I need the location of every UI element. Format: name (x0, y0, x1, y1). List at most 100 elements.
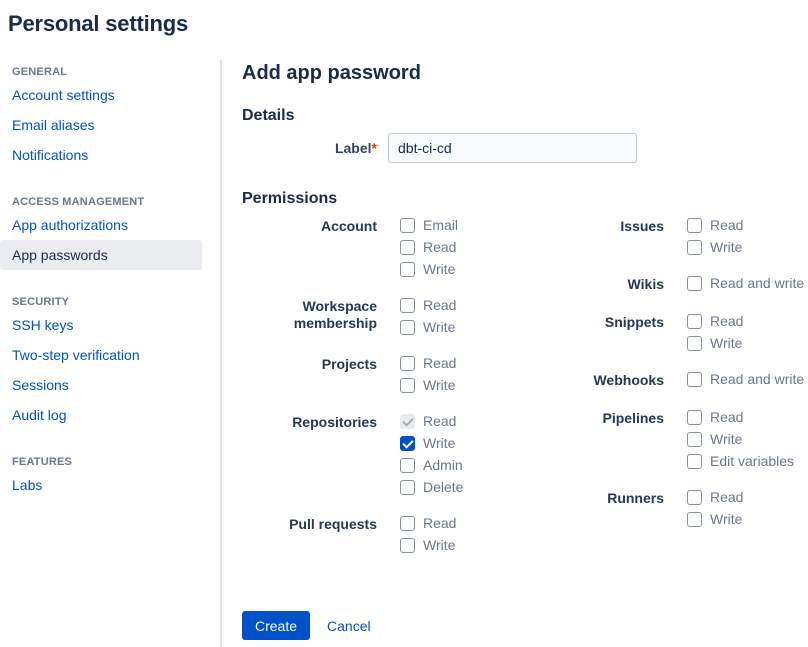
checkbox-label: Write (423, 262, 455, 277)
permissions-column-right: IssuesReadWriteWikisRead and writeSnippe… (560, 218, 808, 574)
sidebar-item-notifications[interactable]: Notifications (0, 140, 202, 170)
checkbox-row-wikis-read-and-write[interactable]: Read and write (687, 276, 804, 291)
sidebar-item-app-passwords[interactable]: App passwords (0, 240, 202, 270)
checkbox-box-icon (400, 320, 415, 335)
checkbox-box-icon (687, 240, 702, 255)
sidebar-item-audit-log[interactable]: Audit log (0, 400, 202, 430)
sidebar-item-labs[interactable]: Labs (0, 470, 202, 500)
checkbox-row-workspace-membership-read[interactable]: Read (400, 298, 456, 313)
checkbox-row-account-read[interactable]: Read (400, 240, 458, 255)
checkbox-box-icon (687, 410, 702, 425)
personal-settings-page: Personal settings GENERALAccount setting… (0, 0, 808, 647)
checkbox-box-icon (400, 262, 415, 277)
permission-group-label: Projects (242, 356, 388, 393)
checkbox-box-icon (400, 218, 415, 233)
checkbox-row-snippets-read[interactable]: Read (687, 314, 743, 329)
sidebar-item-account-settings[interactable]: Account settings (0, 80, 202, 110)
sidebar-item-sessions[interactable]: Sessions (0, 370, 202, 400)
checkbox-box-icon (687, 336, 702, 351)
checkbox-label: Write (710, 432, 742, 447)
cancel-link[interactable]: Cancel (327, 618, 371, 634)
checkbox-box-icon (400, 458, 415, 473)
checkbox-row-repositories-delete[interactable]: Delete (400, 480, 463, 495)
checkbox-row-projects-read[interactable]: Read (400, 356, 456, 371)
permission-group-label: Repositories (242, 414, 388, 495)
checkbox-row-pipelines-edit-variables[interactable]: Edit variables (687, 454, 794, 469)
checkbox-box-icon (687, 276, 702, 291)
permission-group-issues: Issues Read Write (560, 218, 808, 255)
permission-group-items: Read Write Edit variables (687, 410, 794, 469)
checkbox-row-account-email[interactable]: Email (400, 218, 458, 233)
permission-group-label: Account (242, 218, 388, 277)
permissions-heading: Permissions (242, 189, 808, 209)
checkbox-label: Write (423, 378, 455, 393)
checkbox-row-pull-requests-write[interactable]: Write (400, 538, 456, 553)
checkbox-box-icon (400, 240, 415, 255)
sidebar-item-email-aliases[interactable]: Email aliases (0, 110, 202, 140)
sidebar-item-two-step-verification[interactable]: Two-step verification (0, 340, 202, 370)
permission-group-webhooks: Webhooks Read and write (560, 372, 808, 389)
permission-group-pull-requests: Pull requestsReadWrite (242, 516, 560, 553)
permission-group-runners: Runners Read Write (560, 490, 808, 527)
checkbox-label: Read (423, 298, 456, 313)
permission-group-label: Runners (560, 490, 675, 527)
checkbox-label: Read (423, 356, 456, 371)
label-field-row: Label* (242, 133, 808, 163)
checkbox-label: Read and write (710, 276, 804, 291)
sidebar-item-ssh-keys[interactable]: SSH keys (0, 310, 202, 340)
checkbox-row-repositories-admin[interactable]: Admin (400, 458, 463, 473)
sidebar-section-features: FEATURESLabs (0, 454, 202, 500)
checkbox-row-pipelines-read[interactable]: Read (687, 410, 794, 425)
permissions-columns: AccountEmailReadWriteWorkspace membershi… (242, 218, 808, 574)
checkbox-row-repositories-read[interactable]: Read (400, 414, 463, 429)
checkbox-label: Read (710, 218, 743, 233)
checkbox-row-webhooks-read-and-write[interactable]: Read and write (687, 372, 804, 387)
checkbox-box-icon (687, 512, 702, 527)
checkbox-row-issues-write[interactable]: Write (687, 240, 743, 255)
main-content: Add app password Details Label* Permissi… (222, 60, 808, 647)
label-input[interactable] (388, 133, 637, 163)
checkbox-label: Write (710, 240, 742, 255)
sidebar-item-app-authorizations[interactable]: App authorizations (0, 210, 202, 240)
form-actions: Create Cancel (242, 611, 808, 640)
checkbox-label: Read (423, 414, 456, 429)
label-field-label: Label* (242, 140, 388, 156)
checkbox-row-runners-read[interactable]: Read (687, 490, 743, 505)
permission-group-workspace-membership: Workspace membership Read Write (242, 298, 560, 335)
permission-group-label: Workspace membership (242, 298, 388, 335)
details-heading: Details (242, 106, 808, 126)
permission-group-items: Read Write (687, 490, 743, 527)
sidebar-section-heading: SECURITY (0, 294, 202, 310)
checkbox-label: Write (423, 436, 455, 451)
create-button[interactable]: Create (242, 611, 310, 640)
checkbox-box-icon (687, 314, 702, 329)
checkbox-box-icon (400, 378, 415, 393)
permission-group-items: Read Write (400, 516, 456, 553)
permission-group-items: Email Read Write (400, 218, 458, 277)
permission-group-label: Issues (560, 218, 675, 255)
permission-group-pipelines: Pipelines Read Write Edit variables (560, 410, 808, 469)
checkbox-row-repositories-write[interactable]: Write (400, 436, 463, 451)
checkbox-box-icon (400, 480, 415, 495)
permission-group-label: Webhooks (560, 372, 675, 389)
checkbox-box-icon (400, 414, 415, 429)
checkbox-row-issues-read[interactable]: Read (687, 218, 743, 233)
checkbox-label: Edit variables (710, 454, 794, 469)
sidebar-section-heading: GENERAL (0, 64, 202, 80)
checkbox-row-pipelines-write[interactable]: Write (687, 432, 794, 447)
checkbox-row-workspace-membership-write[interactable]: Write (400, 320, 456, 335)
permission-group-items: Read and write (687, 276, 804, 293)
checkbox-row-snippets-write[interactable]: Write (687, 336, 743, 351)
sidebar-section-heading: FEATURES (0, 454, 202, 470)
checkbox-row-projects-write[interactable]: Write (400, 378, 456, 393)
checkbox-box-icon (687, 218, 702, 233)
checkbox-box-icon (687, 454, 702, 469)
checkbox-row-pull-requests-read[interactable]: Read (400, 516, 456, 531)
permission-group-items: Read Write Admin Delete (400, 414, 463, 495)
checkbox-row-runners-write[interactable]: Write (687, 512, 743, 527)
checkbox-label: Write (423, 538, 455, 553)
permission-group-label: Pipelines (560, 410, 675, 469)
add-app-password-heading: Add app password (242, 60, 808, 86)
checkbox-box-icon (400, 356, 415, 371)
checkbox-row-account-write[interactable]: Write (400, 262, 458, 277)
